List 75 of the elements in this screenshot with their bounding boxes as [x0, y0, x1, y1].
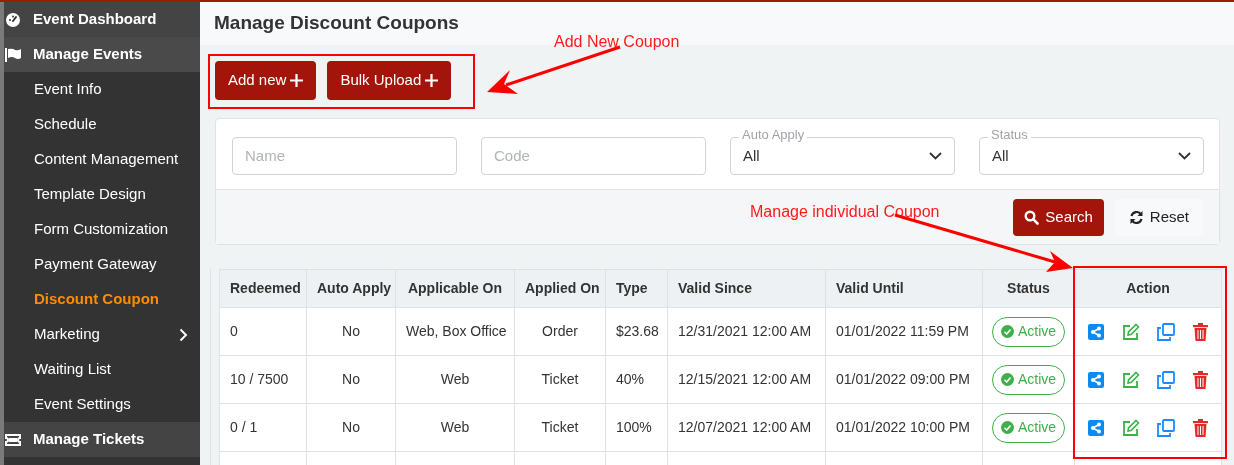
flag-icon [5, 47, 21, 62]
sidebar-item[interactable]: Form Customization [4, 212, 200, 247]
trash-icon[interactable] [1193, 322, 1209, 341]
table-cell: 01/01/2022 11:59 PM [825, 307, 983, 356]
column-header: Applicable On [395, 269, 515, 308]
plus-icon [290, 74, 304, 87]
share-icon[interactable] [1087, 323, 1104, 340]
check-circle-icon [1000, 373, 1014, 386]
table-cell: 0 / 1 [219, 403, 307, 452]
share-icon[interactable] [1087, 371, 1104, 388]
copy-icon[interactable] [1157, 370, 1176, 389]
table-cell: 100% [605, 403, 668, 452]
table-cell: 0 [219, 307, 307, 356]
search-icon [1024, 209, 1040, 225]
table-cell: 12/31/2021 12:00 AM [667, 307, 826, 356]
sidebar-section[interactable]: Event Dashboard [4, 2, 200, 37]
share-icon[interactable] [1087, 419, 1104, 436]
search-button[interactable]: Search [1013, 198, 1104, 236]
table-cell: Ticket [514, 403, 606, 452]
edit-icon[interactable] [1121, 370, 1140, 389]
table-cell: $23.68 [605, 307, 668, 356]
check-circle-icon [1000, 325, 1014, 338]
table-cell: 40% [605, 355, 668, 404]
sidebar-item[interactable]: Content Management [4, 142, 200, 177]
sidebar-section[interactable]: Manage Tickets [4, 422, 200, 457]
sidebar-item[interactable]: Template Design [4, 177, 200, 212]
table-cell: No [306, 307, 396, 356]
column-header: Action [1074, 269, 1222, 308]
copy-icon[interactable] [1157, 418, 1176, 437]
table-cell: 01/01/2022 10:00 PM [825, 403, 983, 452]
refresh-icon [1128, 209, 1144, 225]
trash-icon[interactable] [1193, 370, 1209, 389]
sidebar-section[interactable]: Manage Events [4, 37, 200, 72]
annotation-label: Add New Coupon [554, 32, 680, 52]
sidebar-item[interactable]: Event Info [4, 72, 200, 107]
ticket-icon [5, 433, 21, 446]
column-header: Valid Until [825, 269, 983, 308]
trash-icon[interactable] [1193, 418, 1209, 437]
column-header: Redeemed [219, 269, 307, 308]
sidebar-item[interactable]: Schedule [4, 107, 200, 142]
column-header: Type [605, 269, 668, 308]
column-header: Valid Since [667, 269, 826, 308]
table-cell: 01/01/2022 09:00 PM [825, 355, 983, 404]
sidebar-item[interactable]: Payment Gateway [4, 247, 200, 282]
page-title: Manage Discount Coupons [214, 11, 459, 36]
table-cell: Ticket [514, 355, 606, 404]
table-cell: 10 / 7500 [219, 355, 307, 404]
edit-icon[interactable] [1121, 418, 1140, 437]
sidebar-item[interactable]: Discount Coupon [4, 282, 200, 317]
check-circle-icon [1000, 421, 1014, 434]
sidebar-item[interactable]: Event Settings [4, 387, 200, 422]
add-button[interactable]: Bulk Upload [327, 61, 452, 100]
table-cell: Web, Box Office [395, 307, 515, 356]
column-header: Applied On [514, 269, 606, 308]
chevron-down-icon [929, 151, 942, 160]
chevron-down-icon [1178, 151, 1191, 160]
table-cell: 12/07/2021 12:00 AM [667, 403, 826, 452]
table-cell: 12/15/2021 12:00 AM [667, 355, 826, 404]
table-cell: No [306, 403, 396, 452]
table-cell: Order [514, 307, 606, 356]
text-input[interactable]: Code [481, 136, 706, 175]
text-input[interactable]: Name [232, 136, 457, 175]
table-cell: Web [395, 403, 515, 452]
column-header: Auto Apply [306, 269, 396, 308]
copy-icon[interactable] [1157, 322, 1176, 341]
add-button[interactable]: Add new [215, 61, 317, 100]
annotation-label: Manage individual Coupon [750, 202, 940, 222]
table-cell: No [306, 355, 396, 404]
chevron-right-icon [179, 327, 188, 342]
edit-icon[interactable] [1121, 322, 1140, 341]
gauge-icon [6, 12, 20, 27]
plus-icon [425, 74, 439, 87]
sidebar-item[interactable]: Waiting List [4, 352, 200, 387]
table-cell: Web [395, 355, 515, 404]
sidebar-item[interactable]: Marketing [4, 317, 200, 352]
